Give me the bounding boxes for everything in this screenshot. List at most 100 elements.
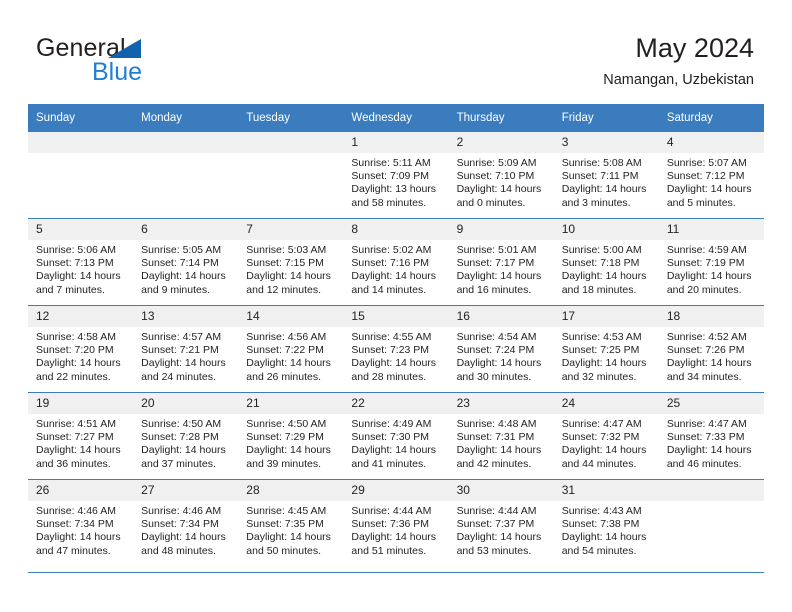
daylight-duration-line1: Daylight: 14 hours <box>36 270 121 283</box>
calendar-day-cell[interactable]: 27 Sunrise: 4:46 AM Sunset: 7:34 PM Dayligh… <box>133 479 239 566</box>
calendar-day-cell[interactable]: 20 Sunrise: 4:50 AM Sunset: 7:28 PM Dayligh… <box>133 392 239 480</box>
sunrise-time: Sunrise: 4:46 AM <box>141 505 222 517</box>
calendar-day-cell[interactable]: 30 Sunrise: 4:44 AM Sunset: 7:37 PM Dayligh… <box>448 479 554 566</box>
sunset-time: Sunset: 7:35 PM <box>246 518 324 531</box>
day-details: Sunrise: 4:47 AM Sunset: 7:32 PM Daylight:… <box>554 414 659 471</box>
calendar-day-cell[interactable]: 13 Sunrise: 4:57 AM Sunset: 7:21 PM Dayligh… <box>133 305 239 393</box>
day-number: 25 <box>658 393 764 414</box>
calendar-day-cell[interactable]: 31 Sunrise: 4:43 AM Sunset: 7:38 PM Dayligh… <box>553 479 659 566</box>
day-number: 16 <box>448 306 554 327</box>
calendar-body: 1 Sunrise: 5:11 AM Sunset: 7:09 PM Daylight… <box>28 132 764 566</box>
daylight-duration-line2: and 30 minutes. <box>456 370 532 383</box>
day-number <box>238 132 344 153</box>
daylight-duration-line2: and 54 minutes. <box>561 544 637 557</box>
sunrise-time: Sunrise: 4:50 AM <box>246 418 327 430</box>
daylight-duration-line2: and 5 minutes. <box>666 196 736 209</box>
day-number <box>28 132 134 153</box>
sunrise-time: Sunrise: 5:11 AM <box>351 157 431 169</box>
daylight-duration-line2: and 28 minutes. <box>351 370 427 383</box>
calendar-day-cell[interactable]: 10 Sunrise: 5:00 AM Sunset: 7:18 PM Dayligh… <box>553 218 659 306</box>
day-details: Sunrise: 4:48 AM Sunset: 7:31 PM Daylight:… <box>449 414 554 471</box>
calendar-day-cell[interactable]: 1 Sunrise: 5:11 AM Sunset: 7:09 PM Daylight… <box>343 132 449 219</box>
day-details: Sunrise: 4:46 AM Sunset: 7:34 PM Daylight:… <box>28 501 133 558</box>
sunrise-time: Sunrise: 5:08 AM <box>561 157 642 169</box>
calendar-day-cell[interactable]: 12 Sunrise: 4:58 AM Sunset: 7:20 PM Dayligh… <box>28 305 134 393</box>
day-number: 1 <box>343 132 449 153</box>
sunrise-time: Sunrise: 5:05 AM <box>141 244 222 256</box>
day-details: Sunrise: 4:49 AM Sunset: 7:30 PM Daylight:… <box>343 414 448 471</box>
daylight-duration-line1: Daylight: 14 hours <box>36 357 121 370</box>
weekday-header-wednesday: Wednesday <box>343 104 449 132</box>
calendar-day-cell[interactable]: 29 Sunrise: 4:44 AM Sunset: 7:36 PM Dayligh… <box>343 479 449 566</box>
sunset-time: Sunset: 7:09 PM <box>351 170 430 183</box>
daylight-duration-line1: Daylight: 14 hours <box>666 183 752 196</box>
calendar-day-cell[interactable]: 14 Sunrise: 4:56 AM Sunset: 7:22 PM Dayligh… <box>238 305 344 393</box>
sunset-time: Sunset: 7:10 PM <box>456 170 535 183</box>
calendar-day-cell[interactable]: 16 Sunrise: 4:54 AM Sunset: 7:24 PM Dayligh… <box>448 305 554 393</box>
day-details: Sunrise: 5:07 AM Sunset: 7:12 PM Daylight:… <box>659 153 764 210</box>
calendar-day-cell[interactable]: 19 Sunrise: 4:51 AM Sunset: 7:27 PM Dayligh… <box>28 392 134 480</box>
calendar-day-cell[interactable]: 3 Sunrise: 5:08 AM Sunset: 7:11 PM Daylight… <box>553 132 659 219</box>
calendar-day-cell[interactable]: 4 Sunrise: 5:07 AM Sunset: 7:12 PM Daylight… <box>658 132 764 219</box>
calendar-day-cell[interactable]: 26 Sunrise: 4:46 AM Sunset: 7:34 PM Dayligh… <box>28 479 134 566</box>
sunset-time: Sunset: 7:25 PM <box>561 344 640 357</box>
daylight-duration-line1: Daylight: 14 hours <box>141 357 226 370</box>
daylight-duration-line1: Daylight: 14 hours <box>141 531 226 544</box>
calendar-day-cell[interactable]: 17 Sunrise: 4:53 AM Sunset: 7:25 PM Dayligh… <box>553 305 659 393</box>
day-details: Sunrise: 4:53 AM Sunset: 7:25 PM Daylight:… <box>554 327 659 384</box>
sunset-time: Sunset: 7:12 PM <box>666 170 745 183</box>
calendar-day-cell[interactable]: 9 Sunrise: 5:01 AM Sunset: 7:17 PM Daylight… <box>448 218 554 306</box>
day-number: 26 <box>28 480 134 501</box>
day-number: 27 <box>133 480 239 501</box>
calendar-day-cell[interactable]: 22 Sunrise: 4:49 AM Sunset: 7:30 PM Dayligh… <box>343 392 449 480</box>
daylight-duration-line2: and 7 minutes. <box>36 283 105 296</box>
sunset-time: Sunset: 7:36 PM <box>351 518 430 531</box>
day-number: 21 <box>238 393 344 414</box>
calendar-day-cell[interactable]: 28 Sunrise: 4:45 AM Sunset: 7:35 PM Dayligh… <box>238 479 344 566</box>
day-details: Sunrise: 4:58 AM Sunset: 7:20 PM Daylight:… <box>28 327 133 384</box>
day-number: 6 <box>133 219 239 240</box>
calendar-day-cell[interactable]: 18 Sunrise: 4:52 AM Sunset: 7:26 PM Dayligh… <box>658 305 764 393</box>
calendar-day-cell[interactable]: 5 Sunrise: 5:06 AM Sunset: 7:13 PM Daylight… <box>28 218 134 306</box>
sunset-time: Sunset: 7:19 PM <box>666 257 745 270</box>
sunrise-time: Sunrise: 4:44 AM <box>456 505 537 517</box>
daylight-duration-line1: Daylight: 14 hours <box>246 357 331 370</box>
sunset-time: Sunset: 7:20 PM <box>36 344 114 357</box>
calendar-week-row: 5 Sunrise: 5:06 AM Sunset: 7:13 PM Daylight… <box>28 218 764 306</box>
generalblue-logo[interactable]: General Blue <box>36 34 266 90</box>
daylight-duration-line1: Daylight: 14 hours <box>561 444 647 457</box>
daylight-duration-line2: and 3 minutes. <box>561 196 631 209</box>
sunrise-time: Sunrise: 4:44 AM <box>351 505 432 517</box>
sunset-time: Sunset: 7:11 PM <box>561 170 639 183</box>
calendar-day-cell[interactable]: 2 Sunrise: 5:09 AM Sunset: 7:10 PM Daylight… <box>448 132 554 219</box>
calendar-day-cell[interactable]: 25 Sunrise: 4:47 AM Sunset: 7:33 PM Dayligh… <box>658 392 764 480</box>
calendar-day-cell[interactable]: 8 Sunrise: 5:02 AM Sunset: 7:16 PM Daylight… <box>343 218 449 306</box>
day-details: Sunrise: 4:50 AM Sunset: 7:28 PM Daylight:… <box>133 414 238 471</box>
day-number: 11 <box>658 219 764 240</box>
sunrise-time: Sunrise: 4:51 AM <box>36 418 116 430</box>
day-number: 13 <box>133 306 239 327</box>
daylight-duration-line1: Daylight: 14 hours <box>666 270 752 283</box>
sunset-time: Sunset: 7:21 PM <box>141 344 219 357</box>
calendar-day-cell[interactable]: 6 Sunrise: 5:05 AM Sunset: 7:14 PM Daylight… <box>133 218 239 306</box>
calendar-day-cell[interactable]: 21 Sunrise: 4:50 AM Sunset: 7:29 PM Dayligh… <box>238 392 344 480</box>
sunset-time: Sunset: 7:26 PM <box>666 344 745 357</box>
sunrise-time: Sunrise: 4:48 AM <box>456 418 537 430</box>
calendar-day-cell[interactable]: 7 Sunrise: 5:03 AM Sunset: 7:15 PM Daylight… <box>238 218 344 306</box>
daylight-duration-line2: and 14 minutes. <box>351 283 427 296</box>
title-block: May 2024 Namangan, Uzbekistan <box>603 32 754 90</box>
sunrise-time: Sunrise: 5:09 AM <box>456 157 537 169</box>
calendar-day-cell[interactable]: 23 Sunrise: 4:48 AM Sunset: 7:31 PM Dayligh… <box>448 392 554 480</box>
daylight-duration-line2: and 53 minutes. <box>456 544 532 557</box>
day-number <box>658 480 764 501</box>
sunset-time: Sunset: 7:27 PM <box>36 431 114 444</box>
daylight-duration-line1: Daylight: 14 hours <box>351 270 437 283</box>
sunrise-time: Sunrise: 4:56 AM <box>246 331 327 343</box>
calendar-day-cell[interactable]: 11 Sunrise: 4:59 AM Sunset: 7:19 PM Dayligh… <box>658 218 764 306</box>
triangle-icon <box>108 39 141 58</box>
day-details: Sunrise: 4:43 AM Sunset: 7:38 PM Daylight:… <box>554 501 659 558</box>
calendar-day-cell[interactable]: 24 Sunrise: 4:47 AM Sunset: 7:32 PM Dayligh… <box>553 392 659 480</box>
sunset-time: Sunset: 7:15 PM <box>246 257 324 270</box>
calendar-day-cell[interactable]: 15 Sunrise: 4:55 AM Sunset: 7:23 PM Dayligh… <box>343 305 449 393</box>
day-details: Sunrise: 5:01 AM Sunset: 7:17 PM Daylight:… <box>449 240 554 297</box>
